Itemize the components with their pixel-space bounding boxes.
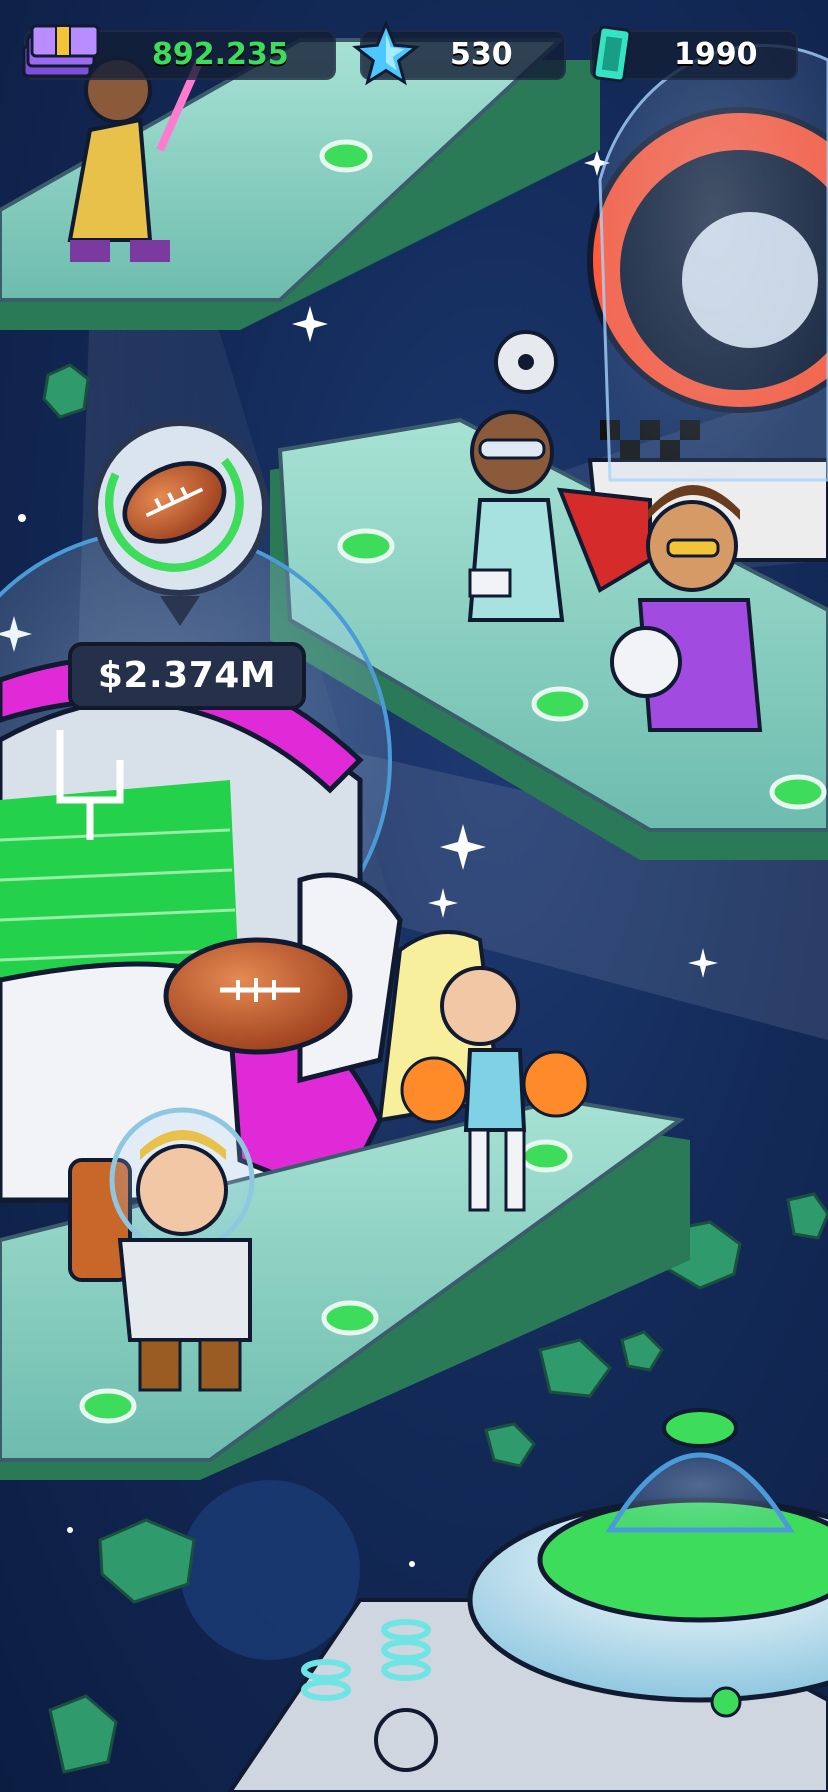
stadium-upgrade-pin[interactable]: $2.374M bbox=[68, 420, 308, 720]
cash-counter[interactable]: 892.235 bbox=[22, 24, 336, 80]
tickets-counter[interactable]: 1990 bbox=[590, 25, 798, 83]
stadium-price-label: $2.374M bbox=[68, 642, 306, 710]
game-scene bbox=[0, 38, 828, 1792]
pin-pointer bbox=[160, 596, 200, 626]
character-scientist[interactable] bbox=[467, 410, 565, 622]
football-icon bbox=[104, 432, 244, 572]
cash-value: 892.235 bbox=[152, 37, 289, 72]
tickets-value: 1990 bbox=[674, 37, 758, 72]
ticket-icon bbox=[592, 25, 632, 83]
satellite-dish-icon bbox=[494, 330, 558, 394]
top-resource-bar: 892.235 530 1990 bbox=[0, 20, 828, 90]
gems-counter[interactable]: 530 bbox=[352, 20, 566, 86]
giant-football-icon bbox=[163, 937, 353, 1055]
background-planet bbox=[180, 1480, 360, 1660]
upgrade-bubble[interactable] bbox=[92, 420, 268, 596]
gems-value: 530 bbox=[450, 37, 513, 72]
blue-star-gem-icon bbox=[352, 20, 420, 86]
cash-stack-icon bbox=[22, 24, 100, 78]
